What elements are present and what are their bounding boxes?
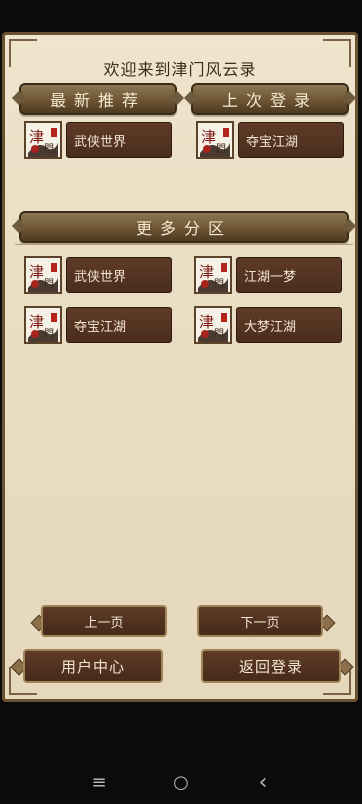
section-divider (15, 244, 353, 245)
back-to-login-button[interactable]: 返回登录 (201, 649, 341, 683)
system-nav-bar: ≡ ○ ‹ (0, 768, 362, 796)
prev-page-button[interactable]: 上一页 (41, 605, 167, 637)
server-select-panel: 欢迎来到津门风云录 最新推荐 上次登录 津 門 武侠世界 津 門 夺宝江湖 更多… (2, 32, 358, 702)
server-name: 江湖一梦 (236, 257, 342, 293)
home-icon[interactable]: ○ (166, 768, 196, 796)
server-tile[interactable]: 津 門 大梦江湖 (194, 306, 344, 344)
thumb-glyph: 門 (214, 278, 224, 290)
thumb-glyph: 門 (216, 143, 226, 155)
thumb-glyph: 津 (201, 128, 216, 146)
server-name: 大梦江湖 (236, 307, 342, 343)
page-title: 欢迎来到津门风云录 (103, 60, 257, 79)
thumb-glyph: 津 (29, 263, 44, 281)
thumb-glyph: 門 (44, 143, 54, 155)
server-name: 武侠世界 (66, 122, 172, 158)
server-tile[interactable]: 津 門 夺宝江湖 (24, 306, 174, 344)
thumb-glyph: 津 (199, 263, 214, 281)
server-name: 夺宝江湖 (238, 122, 344, 158)
section-banner-more: 更多分区 (19, 211, 349, 243)
thumb-glyph: 門 (44, 278, 54, 290)
next-page-button[interactable]: 下一页 (197, 605, 323, 637)
back-icon[interactable]: ‹ (248, 768, 278, 796)
recents-icon[interactable]: ≡ (84, 768, 114, 796)
server-tile-recommended[interactable]: 津 門 武侠世界 (24, 121, 174, 159)
section-banner-last-login: 上次登录 (191, 83, 349, 115)
server-thumbnail: 津 門 (24, 121, 62, 159)
server-thumbnail: 津 門 (194, 306, 232, 344)
server-thumbnail: 津 門 (194, 256, 232, 294)
thumb-glyph: 津 (29, 313, 44, 331)
server-thumbnail: 津 門 (196, 121, 234, 159)
thumb-glyph: 門 (214, 328, 224, 340)
thumb-glyph: 津 (199, 313, 214, 331)
server-tile-last-login[interactable]: 津 門 夺宝江湖 (196, 121, 346, 159)
thumb-glyph: 津 (29, 128, 44, 146)
server-tile[interactable]: 津 門 武侠世界 (24, 256, 174, 294)
user-center-button[interactable]: 用户中心 (23, 649, 163, 683)
server-thumbnail: 津 門 (24, 256, 62, 294)
thumb-glyph: 門 (44, 328, 54, 340)
server-name: 武侠世界 (66, 257, 172, 293)
server-thumbnail: 津 門 (24, 306, 62, 344)
section-banner-recommended: 最新推荐 (19, 83, 177, 115)
server-name: 夺宝江湖 (66, 307, 172, 343)
server-tile[interactable]: 津 門 江湖一梦 (194, 256, 344, 294)
